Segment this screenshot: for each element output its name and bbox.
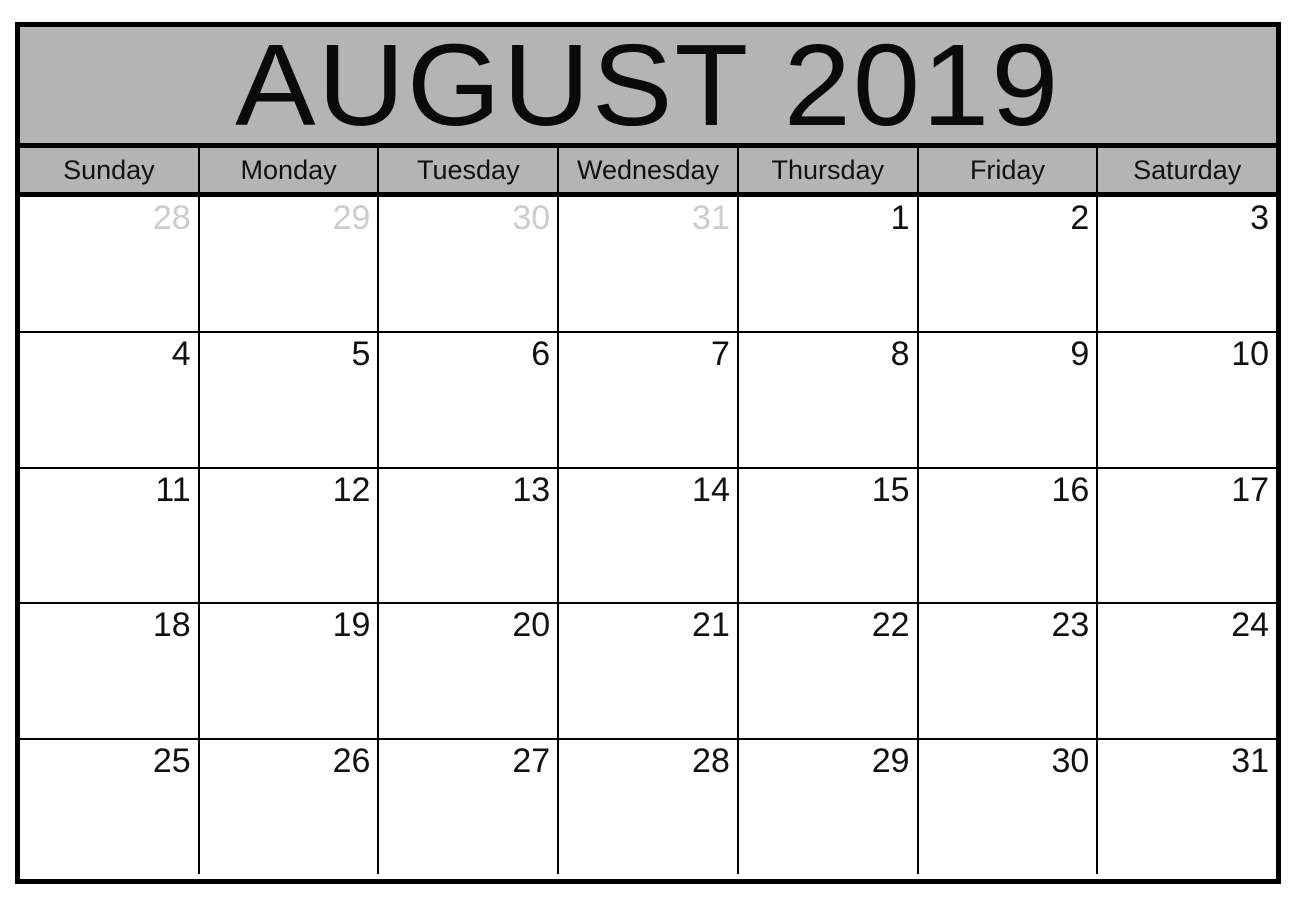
calendar-day-cell[interactable]: 3: [1098, 197, 1277, 331]
day-number: 15: [871, 470, 910, 509]
day-number: 12: [332, 470, 371, 509]
calendar-day-cell[interactable]: 29: [199, 197, 380, 331]
calendar-week-row: 11 12 13 14 15 16 17: [20, 468, 1277, 605]
weekday-label: Saturday: [1133, 154, 1242, 185]
weekday-header-saturday: Saturday: [1098, 148, 1276, 192]
calendar-day-cell[interactable]: 9: [918, 332, 1099, 467]
day-number: 29: [332, 199, 371, 237]
weekday-label: Friday: [969, 154, 1045, 185]
calendar-day-cell[interactable]: 31: [1098, 740, 1277, 874]
calendar-day-cell[interactable]: 25: [20, 740, 200, 874]
day-number: 28: [152, 199, 191, 237]
day-number: 16: [1051, 470, 1090, 509]
calendar-day-cell[interactable]: 17: [1098, 468, 1277, 603]
day-number: 31: [1231, 742, 1270, 781]
day-number: 26: [332, 742, 371, 781]
calendar-day-cell[interactable]: 26: [199, 740, 380, 874]
day-number: 31: [692, 199, 730, 237]
calendar-day-cell[interactable]: 28: [559, 740, 739, 874]
day-number: 10: [1231, 334, 1270, 373]
day-number: 30: [512, 199, 551, 237]
weekday-header-friday: Friday: [919, 148, 1099, 192]
calendar-day-cell[interactable]: 12: [199, 468, 380, 603]
calendar-day-cell[interactable]: 31: [559, 197, 739, 331]
calendar-day-cell[interactable]: 11: [20, 468, 200, 603]
day-number: 20: [512, 606, 551, 645]
calendar-title-band: AUGUST 2019: [20, 27, 1276, 148]
day-number: 17: [1231, 470, 1270, 509]
weekday-header-row: Sunday Monday Tuesday Wednesday Thursday Frid…: [20, 148, 1276, 197]
day-number: 5: [351, 334, 371, 373]
day-number: 30: [1051, 742, 1090, 781]
day-number: 8: [890, 334, 910, 373]
calendar-grid: 28 29 30 31 1 2 3 4 5 6 7 8 9 10 11 12 13 14 15 16 17 18 19 20 2…: [20, 197, 1277, 874]
day-number: 1: [890, 199, 910, 237]
day-number: 25: [152, 742, 191, 781]
calendar-day-cell[interactable]: 14: [559, 468, 739, 603]
calendar-day-cell[interactable]: 2: [918, 197, 1099, 331]
weekday-label: Thursday: [771, 154, 885, 185]
weekday-header-monday: Monday: [200, 148, 380, 192]
weekday-label: Monday: [240, 154, 337, 185]
calendar-week-row: 4 5 6 7 8 9 10: [20, 332, 1277, 469]
calendar-day-cell[interactable]: 8: [738, 332, 919, 467]
day-number: 24: [1231, 606, 1270, 645]
calendar-day-cell[interactable]: 18: [20, 604, 200, 739]
weekday-header-tuesday: Tuesday: [379, 148, 560, 192]
day-number: 13: [512, 470, 551, 509]
day-number: 27: [512, 742, 551, 781]
day-number: 6: [531, 334, 551, 373]
weekday-label: Tuesday: [417, 154, 520, 185]
day-number: 3: [1250, 199, 1270, 237]
calendar-day-cell[interactable]: 7: [559, 332, 739, 467]
calendar-day-cell[interactable]: 28: [20, 197, 200, 331]
weekday-header-wednesday: Wednesday: [559, 148, 739, 192]
calendar-day-cell[interactable]: 29: [738, 740, 919, 874]
calendar-week-row: 28 29 30 31 1 2 3: [20, 197, 1277, 333]
day-number: 4: [171, 334, 191, 373]
day-number: 2: [1070, 199, 1090, 237]
day-number: 29: [871, 742, 910, 781]
calendar-day-cell[interactable]: 30: [918, 740, 1099, 874]
weekday-label: Wednesday: [576, 154, 720, 185]
calendar-day-cell[interactable]: 5: [199, 332, 380, 467]
day-number: 21: [692, 606, 730, 645]
calendar-day-cell[interactable]: 30: [379, 197, 560, 331]
calendar-title: AUGUST 2019: [235, 27, 1061, 148]
calendar-day-cell[interactable]: 27: [379, 740, 560, 874]
day-number: 11: [155, 470, 191, 509]
calendar-day-cell[interactable]: 1: [738, 197, 919, 331]
day-number: 7: [710, 334, 730, 373]
day-number: 14: [692, 470, 730, 509]
weekday-header-sunday: Sunday: [20, 148, 200, 192]
day-number: 28: [692, 742, 730, 781]
calendar-week-row: 25 26 27 28 29 30 31: [20, 740, 1277, 874]
calendar-week-row: 18 19 20 21 22 23 24: [20, 604, 1277, 741]
calendar: AUGUST 2019 Sunday Monday Tuesday Wednesday…: [15, 22, 1281, 884]
calendar-day-cell[interactable]: 15: [738, 468, 919, 603]
weekday-header-thursday: Thursday: [739, 148, 919, 192]
day-number: 9: [1070, 334, 1090, 373]
calendar-day-cell[interactable]: 23: [918, 604, 1099, 739]
calendar-day-cell[interactable]: 13: [379, 468, 560, 603]
calendar-day-cell[interactable]: 19: [199, 604, 380, 739]
calendar-day-cell[interactable]: 4: [20, 332, 200, 467]
calendar-day-cell[interactable]: 16: [918, 468, 1099, 603]
day-number: 18: [152, 606, 191, 645]
day-number: 22: [871, 606, 910, 645]
calendar-day-cell[interactable]: 20: [379, 604, 560, 739]
calendar-day-cell[interactable]: 10: [1098, 332, 1277, 467]
calendar-day-cell[interactable]: 24: [1098, 604, 1277, 739]
weekday-label: Sunday: [63, 154, 155, 185]
calendar-day-cell[interactable]: 6: [379, 332, 560, 467]
day-number: 23: [1051, 606, 1090, 645]
calendar-day-cell[interactable]: 22: [738, 604, 919, 739]
day-number: 19: [332, 606, 371, 645]
calendar-day-cell[interactable]: 21: [559, 604, 739, 739]
